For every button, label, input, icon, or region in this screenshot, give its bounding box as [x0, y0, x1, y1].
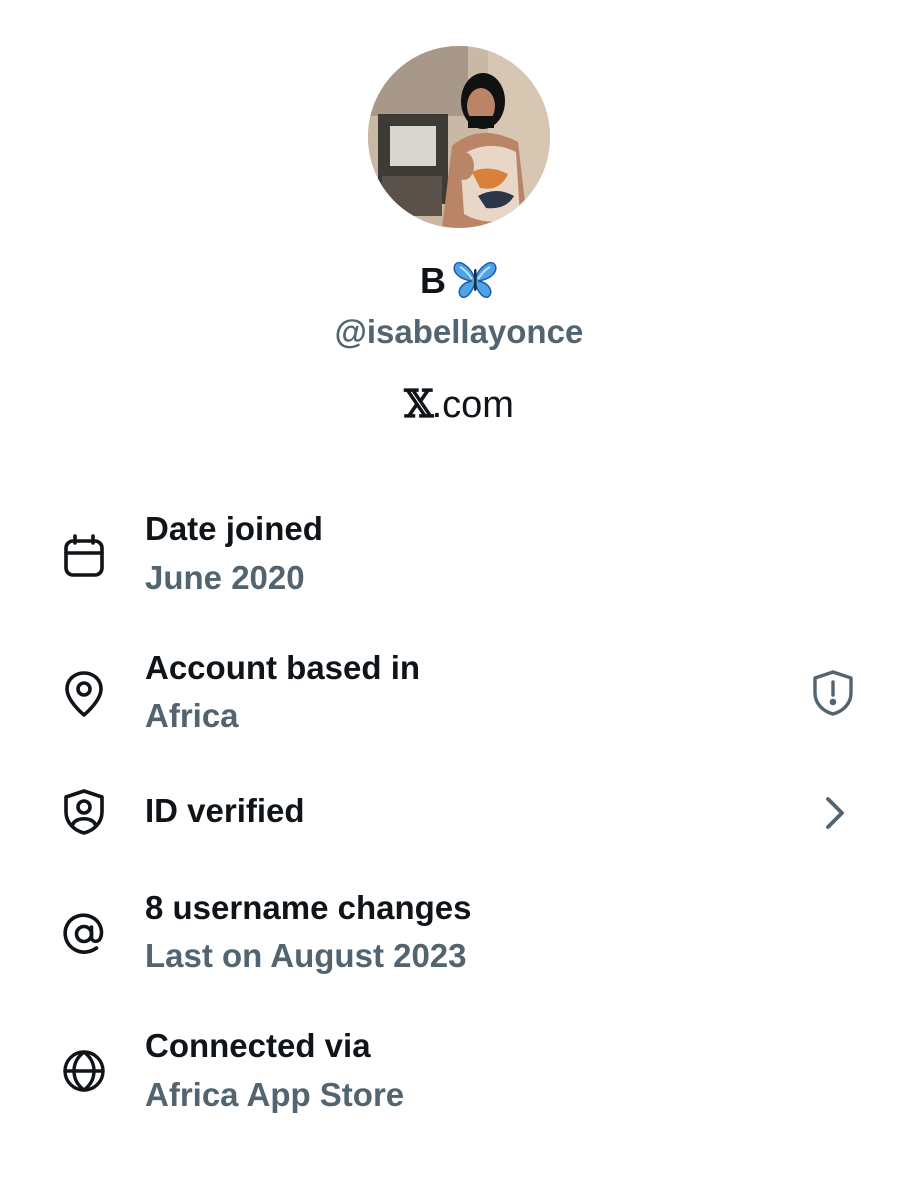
profile-avatar[interactable]: [368, 46, 550, 228]
detail-row-username-changes: 8 username changes Last on August 2023: [0, 884, 918, 984]
calendar-icon: [58, 531, 110, 583]
detail-row-date-joined: Date joined June 2020: [0, 505, 918, 605]
id-shield-icon: [58, 786, 110, 838]
chevron-right-icon[interactable]: [809, 787, 861, 839]
profile-handle: @isabellayonce: [334, 313, 584, 350]
detail-title: 8 username changes: [145, 889, 472, 926]
detail-value: Last on August 2023: [145, 937, 467, 974]
butterfly-emoji-icon: [452, 259, 498, 299]
detail-title: Date joined: [145, 510, 323, 547]
display-name-text: B: [420, 260, 446, 301]
detail-title: ID verified: [145, 792, 305, 829]
globe-icon: [58, 1045, 110, 1097]
detail-value: Africa App Store: [145, 1076, 405, 1113]
profile-display-name: B: [0, 258, 918, 304]
avatar-photo: [368, 46, 550, 228]
detail-row-account-based-in: Account based in Africa: [0, 643, 918, 743]
shield-alert-icon[interactable]: [807, 667, 859, 719]
location-pin-icon: [58, 669, 110, 721]
detail-row-id-verified[interactable]: ID verified: [0, 784, 918, 844]
site-suffix: .com: [431, 384, 514, 426]
x-logo-icon: 𝕏: [404, 381, 434, 426]
detail-title: Connected via: [145, 1027, 371, 1064]
detail-value: June 2020: [145, 559, 305, 596]
profile-site-link[interactable]: 𝕏.com: [0, 380, 918, 429]
at-sign-icon: [58, 908, 110, 960]
detail-title: Account based in: [145, 649, 421, 686]
detail-row-connected-via: Connected via Africa App Store: [0, 1021, 918, 1121]
detail-value: Africa: [145, 697, 239, 734]
